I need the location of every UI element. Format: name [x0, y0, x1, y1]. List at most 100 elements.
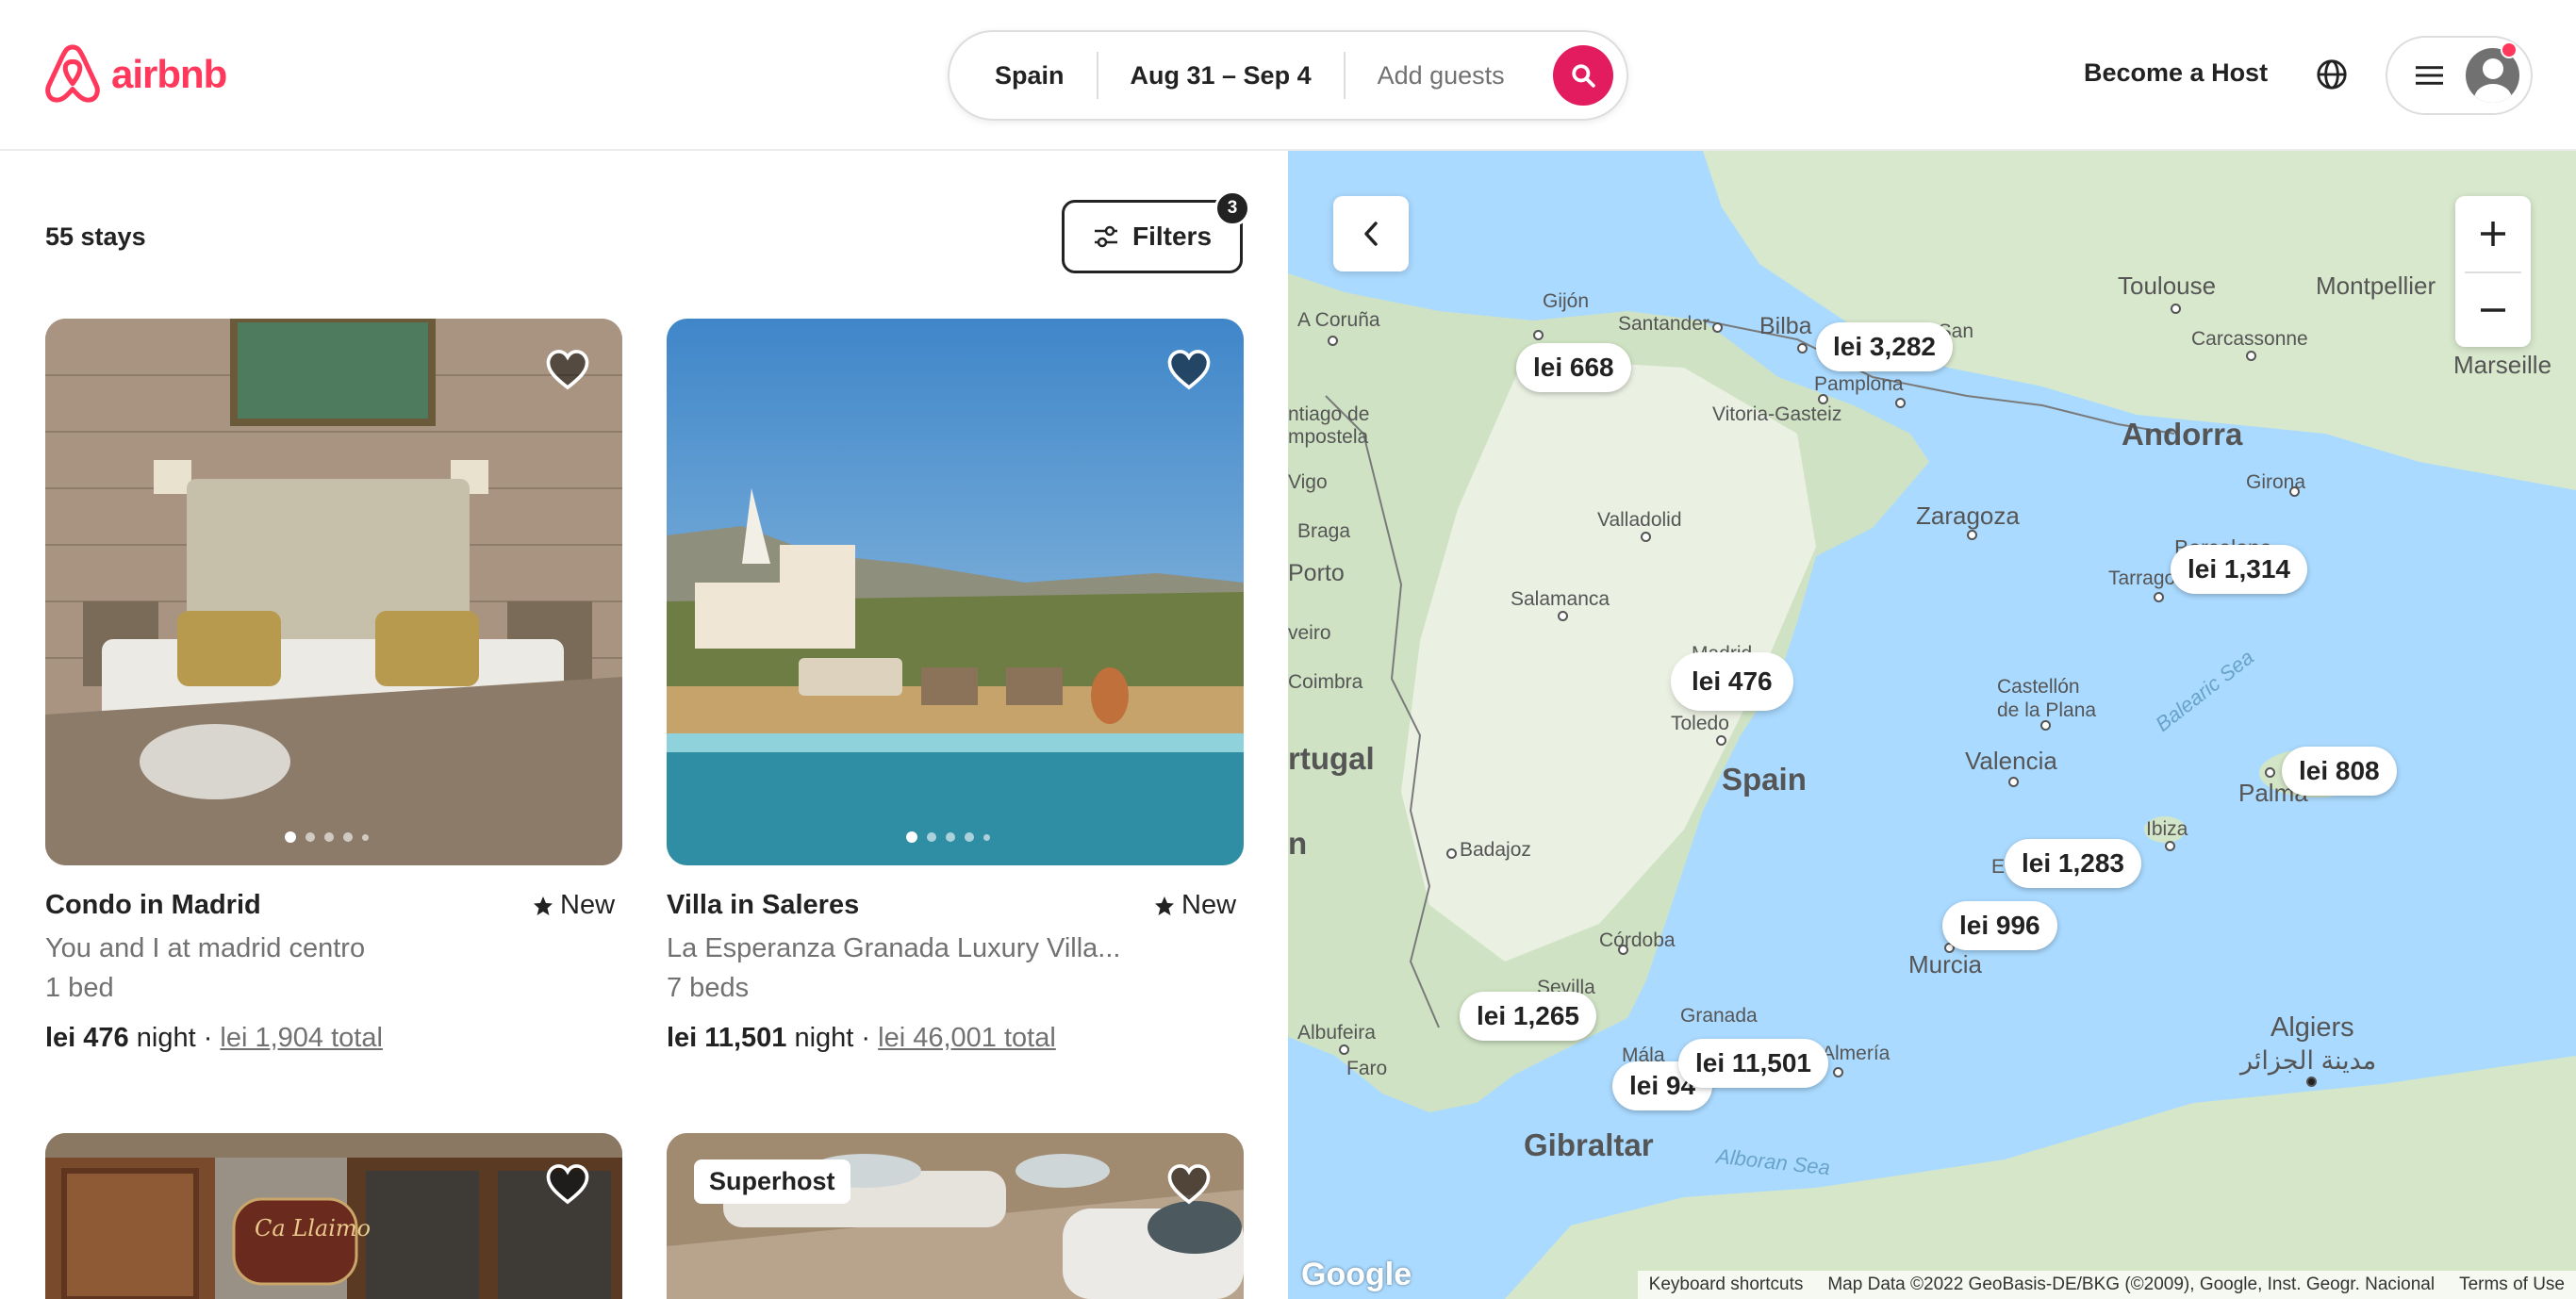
- map-place-label: Faro: [1346, 1058, 1388, 1079]
- map-city-dot: [2008, 777, 2019, 787]
- map-place-label: Castellón de la Plana: [1997, 676, 2097, 722]
- listing-image[interactable]: [667, 1133, 1244, 1299]
- become-host-link[interactable]: Become a Host: [2084, 58, 2268, 88]
- plus-icon: [2481, 222, 2505, 246]
- listing-image[interactable]: [45, 319, 622, 865]
- map-place-label: E: [1991, 856, 2006, 878]
- map-price-pin[interactable]: lei 3,282: [1816, 322, 1953, 371]
- save-heart-button[interactable]: [545, 349, 590, 395]
- save-heart-button[interactable]: [1166, 1163, 1212, 1209]
- listing-beds: 7 beds: [667, 973, 750, 1003]
- map-city-dot: [1716, 735, 1726, 746]
- search-bar[interactable]: Spain Aug 31 – Sep 4 Add guests: [948, 30, 1628, 121]
- map-place-label: Algiers: [2271, 1012, 2354, 1043]
- language-button[interactable]: [2316, 58, 2348, 95]
- map-country-label: rtugal: [1288, 741, 1375, 776]
- image-carousel-dots[interactable]: [285, 831, 369, 843]
- zoom-in-button[interactable]: [2455, 196, 2531, 271]
- stays-count: 55 stays: [45, 222, 146, 251]
- map-view[interactable]: A Coruña Gijón Santander Bilba ctia-San …: [1288, 151, 2576, 1299]
- map-city-dot: [2246, 351, 2256, 361]
- map-price-pin[interactable]: lei 1,283: [2005, 839, 2141, 888]
- chevron-left-icon: [1364, 222, 1378, 246]
- map-city-dot: [1967, 530, 1977, 540]
- listing-total-price[interactable]: lei 46,001 total: [878, 1023, 1056, 1053]
- heart-icon: [546, 1164, 589, 1205]
- map-city-dot: [1818, 394, 1828, 404]
- map-price-pin[interactable]: lei 11,501: [1678, 1039, 1829, 1088]
- price-per-label: night: [794, 1023, 854, 1053]
- carousel-dot[interactable]: [965, 832, 974, 842]
- listing-total-price[interactable]: lei 1,904 total: [220, 1023, 383, 1053]
- map-city-dot: [2165, 841, 2175, 851]
- brand-name: airbnb: [111, 52, 227, 96]
- map-place-label: Tarrago: [2108, 567, 2176, 589]
- save-heart-button[interactable]: [1166, 349, 1212, 395]
- map-capital-dot: [2306, 1077, 2317, 1087]
- map-city-dot: [1797, 343, 1808, 354]
- map-price-pin[interactable]: lei 668: [1516, 343, 1631, 392]
- carousel-dot[interactable]: [927, 832, 936, 842]
- map-price-pin[interactable]: lei 808: [2282, 747, 2397, 796]
- map-city-dot: [1712, 322, 1723, 333]
- map-city-dot: [1895, 398, 1906, 408]
- minus-icon: [2481, 308, 2505, 312]
- search-button[interactable]: [1553, 45, 1613, 106]
- map-price-pin[interactable]: lei 1,265: [1460, 992, 1596, 1041]
- map-place-label: Vitoria-Gasteiz: [1712, 403, 1842, 425]
- listing-title[interactable]: Condo in Madrid: [45, 890, 261, 921]
- listing-image[interactable]: Ca Llaimo: [45, 1133, 622, 1299]
- superhost-badge: Superhost: [694, 1159, 850, 1204]
- map-price-pin[interactable]: lei 996: [1942, 901, 2057, 950]
- listing-title[interactable]: Villa in Saleres: [667, 890, 859, 921]
- carousel-dot[interactable]: [946, 832, 955, 842]
- map-city-dot: [1533, 330, 1544, 340]
- map-place-label: Valencia: [1965, 747, 2057, 775]
- collapse-map-button[interactable]: [1333, 196, 1409, 271]
- map-footer: Keyboard shortcuts Map Data ©2022 GeoBas…: [1637, 1271, 2576, 1299]
- map-country-label: Gibraltar: [1524, 1127, 1654, 1162]
- carousel-dot[interactable]: [906, 831, 917, 843]
- map-place-label: Toledo: [1671, 713, 1729, 734]
- listing-price: lei 476 night · lei 1,904 total: [45, 1023, 383, 1053]
- listing-rating-badge: New: [532, 890, 615, 921]
- map-city-dot: [2171, 304, 2181, 314]
- map-place-label: Albufeira: [1297, 1022, 1376, 1044]
- map-city-dot: [1328, 336, 1338, 346]
- search-guests[interactable]: Add guests: [1346, 61, 1537, 90]
- map-price-pin[interactable]: lei 1,314: [2171, 545, 2307, 594]
- map-place-label: Salamanca: [1511, 588, 1610, 610]
- map-place-label: Ibiza: [2146, 818, 2188, 840]
- carousel-dot[interactable]: [983, 833, 990, 841]
- carousel-dot[interactable]: [362, 833, 369, 841]
- airbnb-logo[interactable]: airbnb: [43, 43, 227, 106]
- image-carousel-dots[interactable]: [906, 831, 990, 843]
- carousel-dot[interactable]: [285, 831, 296, 843]
- star-icon: [1155, 896, 1174, 915]
- zoom-out-button[interactable]: [2455, 273, 2531, 347]
- listing-subtitle: You and I at madrid centro: [45, 933, 366, 963]
- map-price-pin-selected[interactable]: lei 476: [1675, 656, 1790, 707]
- map-place-label: Carcassonne: [2191, 328, 2308, 350]
- search-location[interactable]: Spain: [949, 61, 1097, 90]
- listing-image[interactable]: [667, 319, 1244, 865]
- carousel-dot[interactable]: [305, 832, 315, 842]
- map-place-label: Valladolid: [1597, 509, 1682, 531]
- map-city-dot: [1641, 532, 1651, 542]
- carousel-dot[interactable]: [343, 832, 353, 842]
- map-place-label: Zaragoza: [1916, 502, 2020, 530]
- listing-photo-loungers: [667, 1133, 1244, 1299]
- map-place-label: Pamplona: [1814, 373, 1904, 395]
- map-place-label: A Coruña: [1297, 309, 1380, 331]
- carousel-dot[interactable]: [324, 832, 334, 842]
- save-heart-button[interactable]: [545, 1163, 590, 1209]
- keyboard-shortcuts-link[interactable]: Keyboard shortcuts: [1649, 1274, 1804, 1295]
- zoom-controls: [2455, 196, 2531, 347]
- filters-icon: [1094, 225, 1117, 248]
- map-place-label: Gijón: [1543, 290, 1590, 312]
- airbnb-logo-icon: [45, 44, 100, 103]
- listing-subtitle: La Esperanza Granada Luxury Villa...: [667, 933, 1121, 963]
- search-dates[interactable]: Aug 31 – Sep 4: [1098, 61, 1344, 90]
- terms-of-use-link[interactable]: Terms of Use: [2459, 1274, 2565, 1295]
- listing-photo-villa-pool: [667, 319, 1244, 865]
